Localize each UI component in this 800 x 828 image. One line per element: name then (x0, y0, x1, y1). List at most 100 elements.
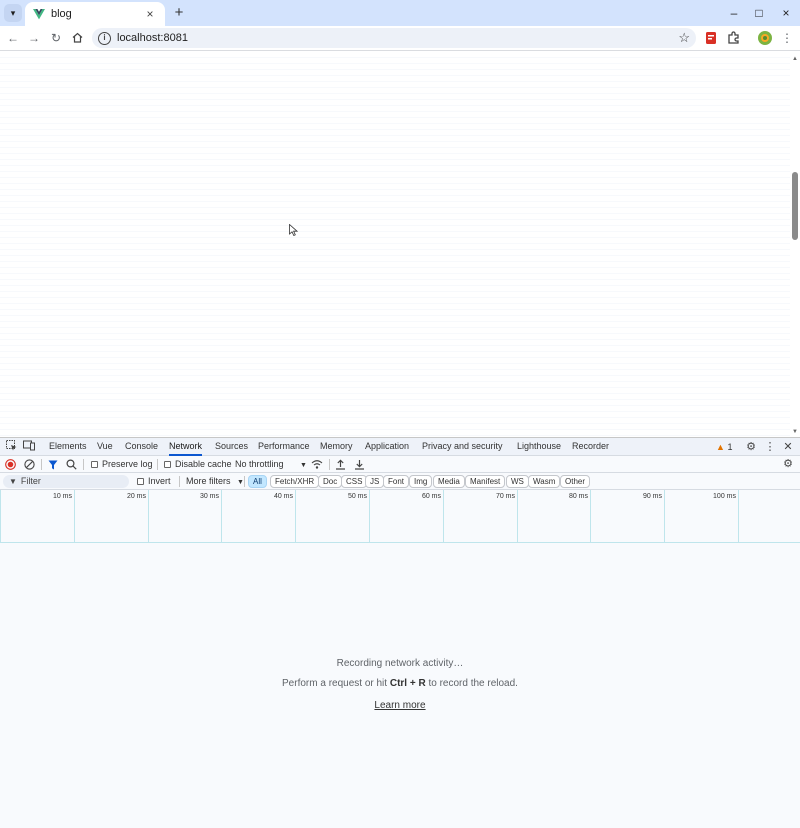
timeline-tick-label: 100 ms (713, 493, 736, 500)
throttling-value: No throttling (235, 459, 284, 469)
reload-hint-text: Perform a request or hit Ctrl + R to rec… (0, 678, 800, 689)
devtools-settings-gear-icon[interactable]: ⚙ (744, 440, 758, 454)
filter-chip-css[interactable]: CSS (341, 475, 368, 488)
timeline-tick-label: 60 ms (421, 493, 441, 500)
devtools-tab-elements[interactable]: Elements (49, 438, 87, 456)
browser-tab-blog[interactable]: blog × (25, 2, 165, 26)
devtools-tab-performance[interactable]: Performance (258, 438, 310, 456)
devtools-tab-privacy-and-security[interactable]: Privacy and security (422, 438, 503, 456)
throttling-select[interactable]: No throttling ▼ (235, 456, 307, 473)
devtools-tab-recorder[interactable]: Recorder (572, 438, 609, 456)
forward-arrow-icon[interactable]: → (25, 29, 43, 47)
record-stop-icon[interactable] (5, 459, 16, 470)
invert-checkbox[interactable]: Invert (137, 473, 171, 490)
tab-title: blog (51, 8, 72, 20)
scroll-up-arrow-icon[interactable]: ▲ (792, 56, 798, 62)
tab-strip: ▾ blog × + – □ × (0, 0, 800, 26)
disable-cache-label: Disable cache (175, 459, 232, 469)
devtools-close-icon[interactable]: ✕ (781, 440, 795, 454)
scroll-down-arrow-icon[interactable]: ▼ (792, 429, 798, 435)
learn-more-link[interactable]: Learn more (374, 700, 425, 711)
hint-suffix: to record the reload. (425, 678, 518, 689)
timeline-tick-label: 90 ms (642, 493, 662, 500)
timeline-gridline (295, 490, 296, 543)
filter-chip-ws[interactable]: WS (506, 475, 529, 488)
devtools-tab-console[interactable]: Console (125, 438, 158, 456)
timeline-gridline (74, 490, 75, 543)
browser-toolbar: ← → ↻ i localhost:8081 ☆ ⋮ (0, 26, 800, 51)
devtools-tab-bar: Elements Vue Console Network Sources Performa… (0, 438, 800, 456)
back-arrow-icon[interactable]: ← (4, 29, 22, 47)
timeline-tick-label: 50 ms (347, 493, 367, 500)
chrome-menu-icon[interactable]: ⋮ (778, 29, 796, 47)
disable-cache-checkbox[interactable]: Disable cache (164, 456, 232, 473)
network-timeline-overview[interactable]: 10 ms 20 ms 30 ms 40 ms 50 ms 60 ms 70 ms 80 ms… (0, 490, 800, 543)
timeline-gridline (664, 490, 665, 543)
filter-chip-font[interactable]: Font (383, 475, 410, 488)
more-filters-dropdown[interactable]: More filters ▼ (186, 473, 244, 490)
new-tab-button[interactable]: + (170, 4, 188, 22)
invert-label: Invert (148, 476, 171, 486)
devtools-tab-sources[interactable]: Sources (215, 438, 248, 456)
device-toolbar-icon[interactable] (22, 440, 36, 454)
devtools-more-options-icon[interactable]: ⋮ (763, 440, 777, 454)
more-filters-label: More filters (186, 476, 231, 486)
checkbox-box[interactable] (91, 461, 98, 469)
page-scrollbar[interactable]: ▲ ▼ (790, 52, 800, 437)
network-settings-gear-icon[interactable]: ⚙ (781, 457, 795, 471)
minimize-button[interactable]: – (724, 3, 744, 23)
devtools-tab-lighthouse[interactable]: Lighthouse (517, 438, 561, 456)
search-icon[interactable] (66, 459, 77, 470)
timeline-tick-label: 30 ms (199, 493, 219, 500)
filter-chip-doc[interactable]: Doc (318, 475, 343, 488)
checkbox-box[interactable] (164, 461, 171, 469)
close-window-button[interactable]: × (776, 3, 796, 23)
filter-chip-fetch-xhr[interactable]: Fetch/XHR (270, 475, 320, 488)
maximize-button[interactable]: □ (749, 3, 769, 23)
inspect-element-icon[interactable] (4, 440, 18, 454)
tab-search-chevron-icon[interactable]: ▾ (4, 4, 22, 22)
filter-chip-other[interactable]: Other (560, 475, 591, 488)
devtools-tab-network[interactable]: Network (169, 438, 203, 456)
filter-chip-wasm[interactable]: Wasm (528, 475, 561, 488)
profile-avatar[interactable] (757, 30, 773, 46)
devtools-tab-memory[interactable]: Memory (320, 438, 353, 456)
filter-chip-js[interactable]: JS (365, 475, 385, 488)
site-info-icon[interactable]: i (98, 31, 111, 45)
filter-chip-img[interactable]: Img (409, 475, 433, 488)
vue-favicon-icon (33, 9, 45, 20)
timeline-gridline (590, 490, 591, 543)
timeline-gridline (221, 490, 222, 543)
devtools-tab-vue[interactable]: Vue (97, 438, 113, 456)
filter-chip-manifest[interactable]: Manifest (465, 475, 506, 488)
timeline-tick-label: 80 ms (568, 493, 588, 500)
network-toolbar: Preserve log Disable cache No throttling… (0, 456, 800, 473)
filter-chip-media[interactable]: Media (433, 475, 465, 488)
scrollbar-thumb[interactable] (792, 172, 798, 240)
filter-input[interactable]: ▼ Filter (3, 475, 129, 488)
extension-red-icon[interactable] (703, 30, 719, 46)
clear-log-icon[interactable] (24, 459, 35, 470)
page-viewport[interactable] (0, 52, 800, 437)
timeline-gridline (369, 490, 370, 543)
bookmark-star-icon[interactable]: ☆ (678, 30, 690, 46)
timeline-gridline (443, 490, 444, 543)
issues-warning-badge[interactable]: ▲ 1 (716, 438, 732, 456)
checkbox-box[interactable] (137, 478, 144, 486)
toolbar-separator (244, 476, 245, 487)
address-bar[interactable]: i localhost:8081 ☆ (92, 28, 696, 48)
filter-chip-all[interactable]: All (248, 475, 267, 488)
import-har-upload-icon[interactable] (335, 459, 346, 470)
timeline-tick-label: 20 ms (126, 493, 146, 500)
home-icon[interactable] (68, 29, 86, 47)
preserve-log-checkbox[interactable]: Preserve log (91, 456, 153, 473)
devtools-tab-application[interactable]: Application (365, 438, 409, 456)
export-har-download-icon[interactable] (354, 459, 365, 470)
network-conditions-wifi-icon[interactable] (311, 459, 323, 470)
filter-funnel-icon: ▼ (9, 477, 17, 486)
extensions-puzzle-icon[interactable] (726, 30, 742, 46)
reload-icon[interactable]: ↻ (47, 29, 65, 47)
network-empty-state: Recording network activity… Perform a re… (0, 658, 800, 711)
filter-funnel-icon[interactable] (48, 460, 58, 470)
tab-close-icon[interactable]: × (143, 7, 157, 21)
